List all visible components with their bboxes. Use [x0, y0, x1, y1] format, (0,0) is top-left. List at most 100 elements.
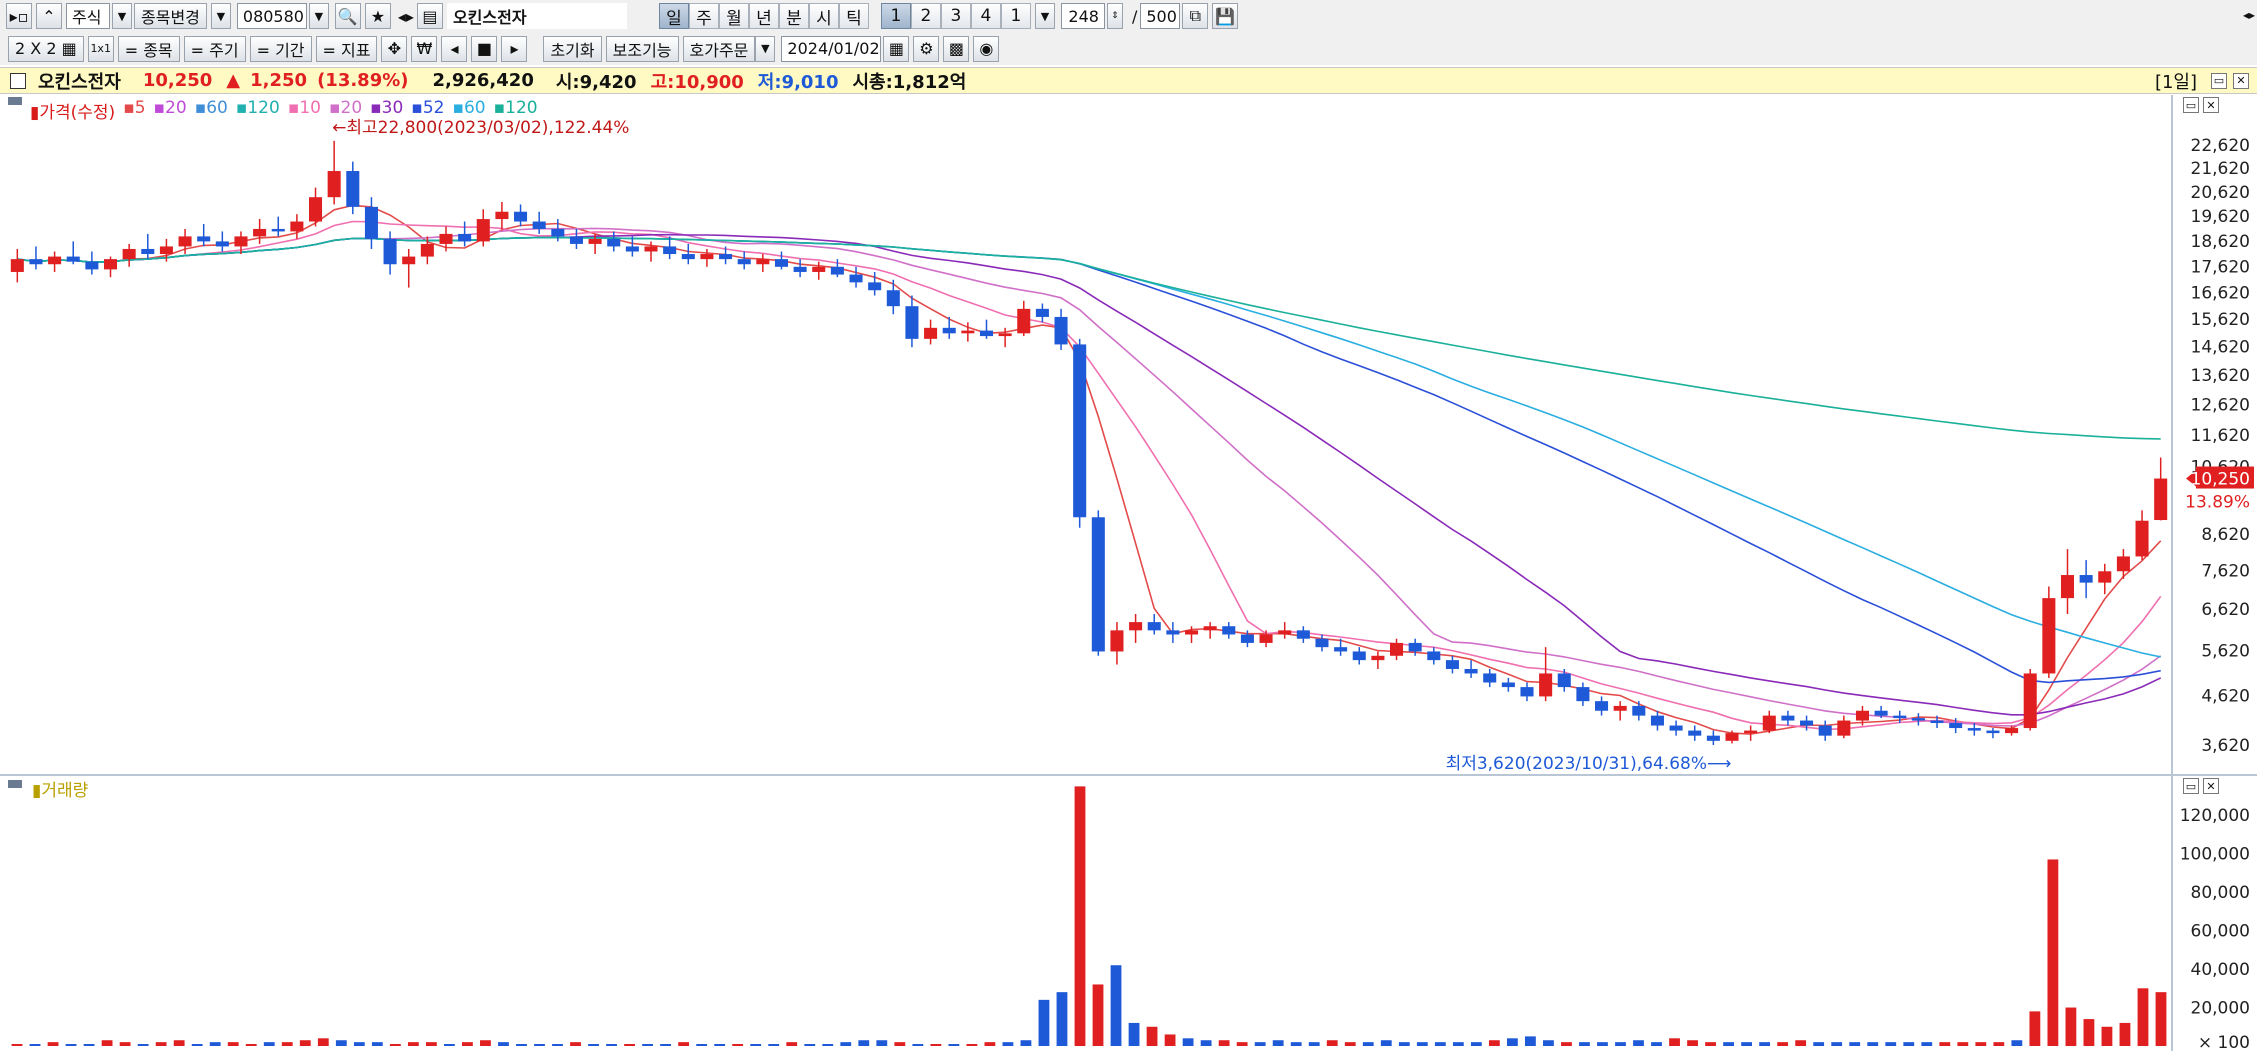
candle-body: [979, 330, 994, 337]
volume-bar: [1543, 1040, 1554, 1046]
interval-tab-0[interactable]: 1: [880, 3, 911, 29]
price-tick-label: 13,620: [2191, 366, 2250, 386]
period-tab-0[interactable]: 일: [658, 3, 689, 29]
zoom-icon[interactable]: ◉: [973, 35, 1000, 62]
collapse-up-button[interactable]: ⌃: [36, 3, 62, 29]
interval-tab-4[interactable]: 1: [1000, 3, 1031, 29]
period-tab-6[interactable]: 틱: [838, 3, 869, 29]
volume-bar: [1903, 1042, 1915, 1046]
candle-body: [1520, 687, 1534, 697]
indicator-menu-button[interactable]: = 지표: [315, 35, 378, 62]
candle-body: [756, 259, 770, 265]
ma-30-line: [17, 233, 2162, 716]
candle: [1818, 720, 1832, 741]
scroll-right-icon[interactable]: ◂▸: [2243, 8, 2255, 22]
interval-dropdown-icon[interactable]: ▼: [1034, 3, 1055, 29]
candle: [141, 233, 155, 260]
candle: [942, 316, 956, 339]
calendar-icon[interactable]: ▦: [883, 35, 910, 62]
candle: [1110, 622, 1124, 665]
search-icon[interactable]: 🔍: [334, 3, 361, 29]
volume-bar: [1272, 1040, 1284, 1046]
total-input[interactable]: 500: [1140, 3, 1181, 29]
price-chart[interactable]: 22,620 21,620 20,620 19,620 18,620 17,620 16,6…: [0, 95, 2257, 774]
info-change-pct: (13.89%): [317, 70, 409, 91]
range-menu-button[interactable]: = 기간: [249, 35, 312, 62]
volume-bar: [1849, 1042, 1861, 1046]
volume-bar: [1470, 1042, 1482, 1046]
candle-body: [476, 219, 490, 242]
period-tab-2[interactable]: 월: [718, 3, 749, 29]
candle-body: [1483, 673, 1497, 683]
volume-bar: [173, 1040, 185, 1046]
volume-bar: [227, 1042, 239, 1046]
reset-button[interactable]: 초기화: [543, 35, 602, 62]
market-dropdown-icon[interactable]: ▼: [112, 3, 132, 29]
period-tab-3[interactable]: 년: [748, 3, 779, 29]
period-menu-button[interactable]: = 주기: [183, 35, 246, 62]
count-spinner-icon[interactable]: ⇕: [1106, 3, 1123, 29]
volume-bar: [1254, 1042, 1266, 1046]
change-stock-button[interactable]: 종목변경: [134, 3, 207, 29]
close-icon[interactable]: ✕: [2233, 72, 2249, 89]
screen-menu-button[interactable]: ▸▫: [6, 3, 32, 29]
restore-icon[interactable]: ▭: [2211, 72, 2227, 89]
won-icon[interactable]: ₩: [411, 35, 438, 62]
step-arrows-icon[interactable]: ◂▸: [398, 7, 414, 26]
candle: [458, 221, 472, 247]
period-tab-5[interactable]: 시: [808, 3, 839, 29]
move-cross-icon[interactable]: ✥: [381, 35, 408, 62]
period-tab-1[interactable]: 주: [688, 3, 719, 29]
order-dropdown-icon[interactable]: ▼: [755, 35, 776, 62]
grid-settings-icon[interactable]: ▩: [943, 35, 970, 62]
order-button[interactable]: 호가주문: [682, 35, 756, 62]
add-window-icon[interactable]: ⧉: [1182, 3, 1209, 29]
volume-bar: [1380, 1040, 1392, 1046]
price-tick-label: 21,620: [2191, 159, 2250, 179]
layout-2x2-button[interactable]: 2 X 2 ▦: [8, 35, 84, 62]
date-input[interactable]: 2024/01/02: [781, 35, 882, 62]
interval-tab-2[interactable]: 3: [940, 3, 971, 29]
period-tab-4[interactable]: 분: [778, 3, 809, 29]
stock-name-field: 오킨스전자: [446, 3, 627, 29]
candle: [1501, 677, 1515, 692]
candle: [569, 228, 583, 249]
candle-body: [1744, 730, 1758, 734]
volume-bar: [191, 1044, 203, 1046]
volume-tick-label: 20,000: [2191, 999, 2250, 1019]
candle-body: [551, 228, 565, 237]
candle-body: [178, 236, 192, 247]
period-tag: [1일]: [2154, 71, 2197, 93]
high-annotation: ←최고22,800(2023/03/02),122.44%: [332, 118, 629, 138]
volume-bar: [1867, 1042, 1879, 1046]
market-select[interactable]: 주식: [66, 3, 110, 29]
aux-function-button[interactable]: 보조기능: [605, 35, 679, 62]
candle-body: [1781, 715, 1795, 721]
favorite-star-icon[interactable]: ★: [364, 3, 391, 29]
candle-body: [1184, 630, 1199, 635]
volume-chart[interactable]: 120,000 100,000 80,000 60,000 40,000 20,000 × …: [0, 776, 2257, 1051]
interval-tab-3[interactable]: 4: [970, 3, 1001, 29]
scroll-left-icon[interactable]: ◂: [441, 35, 468, 62]
count-input[interactable]: 248: [1060, 3, 1105, 29]
settings-gear-icon[interactable]: ⚙: [913, 35, 940, 62]
volume-bar: [83, 1044, 95, 1046]
layout-1x1-button[interactable]: 1x1: [87, 35, 114, 62]
candle-body: [1296, 630, 1310, 639]
candle-body: [253, 228, 267, 237]
interval-tab-1[interactable]: 2: [910, 3, 941, 29]
volume-bar: [1993, 1042, 2005, 1046]
change-dropdown-icon[interactable]: ▼: [210, 3, 231, 29]
volume-bar: [1488, 1040, 1500, 1046]
group-icon[interactable]: ▤: [416, 3, 443, 29]
stop-icon[interactable]: ■: [471, 35, 498, 62]
candle-body: [141, 248, 155, 255]
scroll-right-button-icon[interactable]: ▸: [501, 35, 528, 62]
price-tick-label: 16,620: [2191, 283, 2250, 303]
stock-code-input[interactable]: 080580: [236, 3, 307, 29]
period-tabs: 일주월년분시틱: [658, 3, 869, 29]
select-checkbox[interactable]: [10, 72, 26, 89]
save-icon[interactable]: 💾: [1212, 3, 1239, 29]
code-dropdown-icon[interactable]: ▼: [308, 3, 329, 29]
stock-menu-button[interactable]: = 종목: [117, 35, 180, 62]
